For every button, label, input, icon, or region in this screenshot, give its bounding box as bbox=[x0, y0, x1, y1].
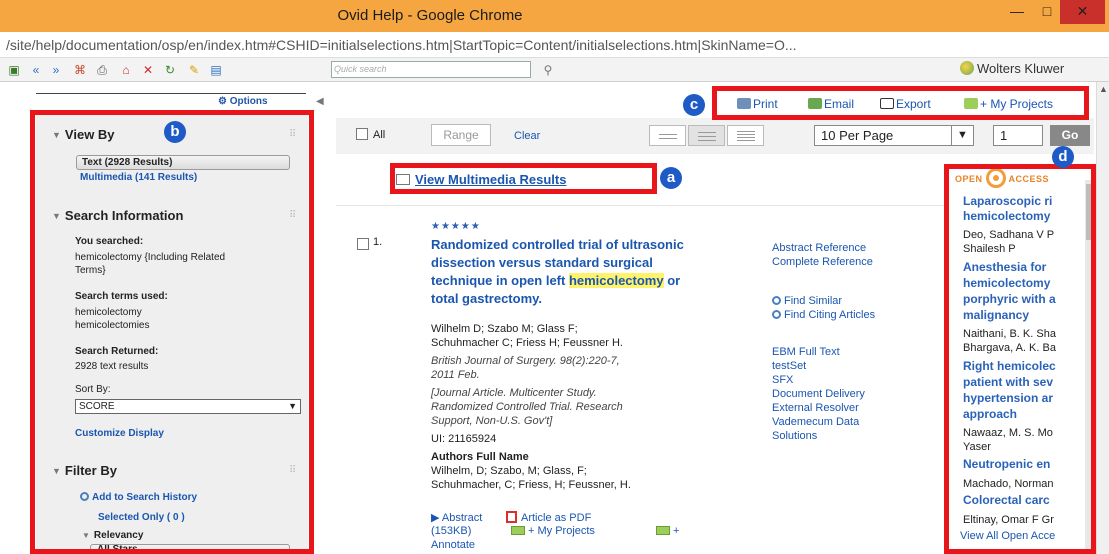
address-bar[interactable]: /site/help/documentation/osp/en/index.ht… bbox=[0, 32, 1109, 58]
refresh-icon[interactable]: ↻ bbox=[162, 62, 178, 78]
authors-full-name: Wilhelm, D; Szabo, M; Glass, F; bbox=[431, 465, 587, 477]
range-input[interactable]: Range bbox=[431, 124, 491, 146]
brand-logo: Wolters Kluwer bbox=[960, 61, 1064, 76]
window-titlebar: Ovid Help - Google Chrome — □ ✕ bbox=[0, 0, 1109, 32]
add-to-my-projects-label: + My Projects bbox=[528, 525, 595, 537]
annotation-box-b bbox=[30, 110, 314, 554]
badge-a: a bbox=[660, 167, 682, 189]
search-icon bbox=[772, 296, 781, 305]
projects-icon bbox=[511, 526, 525, 535]
divider bbox=[336, 205, 946, 206]
result-ui: UI: 21165924 bbox=[431, 433, 497, 445]
result-source-cont: 2011 Feb. bbox=[431, 369, 480, 381]
add-to-my-projects-link[interactable]: + My Projects bbox=[511, 525, 595, 537]
home-icon[interactable]: ⌂ bbox=[118, 62, 134, 78]
pane-icon[interactable]: ▣ bbox=[6, 62, 22, 78]
window-title: Ovid Help - Google Chrome bbox=[337, 7, 523, 24]
brand-name: Wolters Kluwer bbox=[977, 61, 1065, 76]
badge-c: c bbox=[683, 94, 705, 116]
authors-full-name-cont: Schuhmacher, C; Friess, H; Feussner, H. bbox=[431, 479, 631, 491]
badge-b: b bbox=[164, 121, 186, 143]
document-delivery-link[interactable]: Document Delivery bbox=[772, 388, 865, 400]
result-publication-type: [Journal Article. Multicenter Study. bbox=[431, 387, 597, 399]
annotate-icon bbox=[656, 526, 670, 535]
annotate-plus: + bbox=[673, 525, 680, 537]
result-source: British Journal of Surgery. 98(2):220-7, bbox=[431, 355, 620, 367]
go-button[interactable]: Go bbox=[1050, 125, 1090, 146]
per-page-value: 10 Per Page bbox=[821, 128, 894, 143]
result-checkbox[interactable] bbox=[357, 238, 369, 250]
toc-icon[interactable]: ▤ bbox=[208, 62, 224, 78]
vademecum-link-cont[interactable]: Solutions bbox=[772, 430, 817, 442]
select-all-checkbox[interactable] bbox=[356, 128, 368, 140]
help-toolbar: ▣ « » ⌘ ⎙ ⌂ ✕ ↻ ✎ ▤ Quick search ⚲ Wolte… bbox=[0, 58, 1109, 82]
external-resolver-link[interactable]: External Resolver bbox=[772, 402, 859, 414]
search-go-icon[interactable]: ⚲ bbox=[540, 62, 556, 78]
badge-d: d bbox=[1052, 146, 1074, 168]
quick-search-input[interactable]: Quick search bbox=[331, 61, 531, 78]
sync-icon[interactable]: ⌘ bbox=[72, 62, 88, 78]
annotation-box-c bbox=[712, 86, 1089, 120]
article-as-pdf-label: Article as PDF bbox=[521, 512, 592, 524]
close-button[interactable]: ✕ bbox=[1060, 0, 1105, 24]
select-all-label: All bbox=[373, 129, 386, 141]
forward-icon[interactable]: » bbox=[48, 62, 64, 78]
minimize-button[interactable]: — bbox=[1003, 0, 1031, 24]
scroll-up-icon[interactable]: ▲ bbox=[1099, 84, 1108, 94]
find-citing-articles-link[interactable]: Find Citing Articles bbox=[772, 309, 875, 321]
view-title-only-button[interactable] bbox=[649, 125, 686, 146]
find-similar-link[interactable]: Find Similar bbox=[772, 295, 842, 307]
globe-icon bbox=[960, 61, 974, 75]
options-label: Options bbox=[229, 96, 268, 107]
pdf-icon bbox=[506, 511, 517, 523]
abstract-toggle[interactable]: ▶ Abstract bbox=[431, 511, 482, 524]
chevron-down-icon: ▼ bbox=[951, 125, 973, 146]
annotate-link[interactable]: + bbox=[656, 525, 679, 537]
maximize-button[interactable]: □ bbox=[1033, 0, 1061, 24]
url-text: /site/help/documentation/osp/en/index.ht… bbox=[6, 37, 797, 53]
testset-link[interactable]: testSet bbox=[772, 360, 806, 372]
per-page-select[interactable]: 10 Per Page ▼ bbox=[814, 125, 974, 146]
collapse-panel-icon[interactable]: ◀ bbox=[316, 96, 324, 107]
search-icon bbox=[772, 310, 781, 319]
vademecum-link[interactable]: Vademecum Data bbox=[772, 416, 859, 428]
ebm-full-text-link[interactable]: EBM Full Text bbox=[772, 346, 840, 358]
options-link[interactable]: ⚙ Options bbox=[218, 96, 268, 107]
view-abstract-button[interactable] bbox=[727, 125, 764, 146]
search-term-highlight: hemicolectomy bbox=[568, 273, 664, 288]
complete-reference-link[interactable]: Complete Reference bbox=[772, 256, 873, 268]
abstract-reference-link[interactable]: Abstract Reference bbox=[772, 242, 866, 254]
annotation-box-a bbox=[390, 163, 657, 194]
find-similar-label: Find Similar bbox=[784, 295, 843, 307]
result-authors-cont: Schuhmacher C; Friess H; Feussner H. bbox=[431, 337, 623, 349]
annotation-box-d bbox=[944, 164, 1096, 554]
page-scrollbar[interactable]: ▲ bbox=[1096, 82, 1109, 554]
result-publication-type-cont: Support, Non-U.S. Gov't] bbox=[431, 415, 553, 427]
result-publication-type-cont: Randomized Controlled Trial. Research bbox=[431, 401, 623, 413]
result-number: 1. bbox=[373, 236, 383, 248]
highlight-icon[interactable]: ✎ bbox=[186, 62, 202, 78]
page-number-input[interactable]: 1 bbox=[993, 125, 1043, 146]
article-as-pdf-link[interactable]: Article as PDF bbox=[506, 511, 591, 524]
authors-full-name-label: Authors Full Name bbox=[431, 451, 529, 463]
result-authors: Wilhelm D; Szabo M; Glass F; bbox=[431, 323, 578, 335]
result-title-link[interactable]: Randomized controlled trial of ultrasoni… bbox=[431, 236, 701, 308]
sfx-link[interactable]: SFX bbox=[772, 374, 793, 386]
abstract-size: (153KB) bbox=[431, 525, 472, 537]
back-icon[interactable]: « bbox=[28, 62, 44, 78]
find-citing-label: Find Citing Articles bbox=[784, 309, 876, 321]
relevancy-stars: ★★★★★ bbox=[431, 221, 481, 232]
stop-icon[interactable]: ✕ bbox=[140, 62, 156, 78]
view-citation-button[interactable] bbox=[688, 125, 725, 146]
annotate-label[interactable]: Annotate bbox=[431, 539, 475, 551]
print-icon[interactable]: ⎙ bbox=[94, 62, 110, 78]
clear-link[interactable]: Clear bbox=[514, 130, 540, 142]
